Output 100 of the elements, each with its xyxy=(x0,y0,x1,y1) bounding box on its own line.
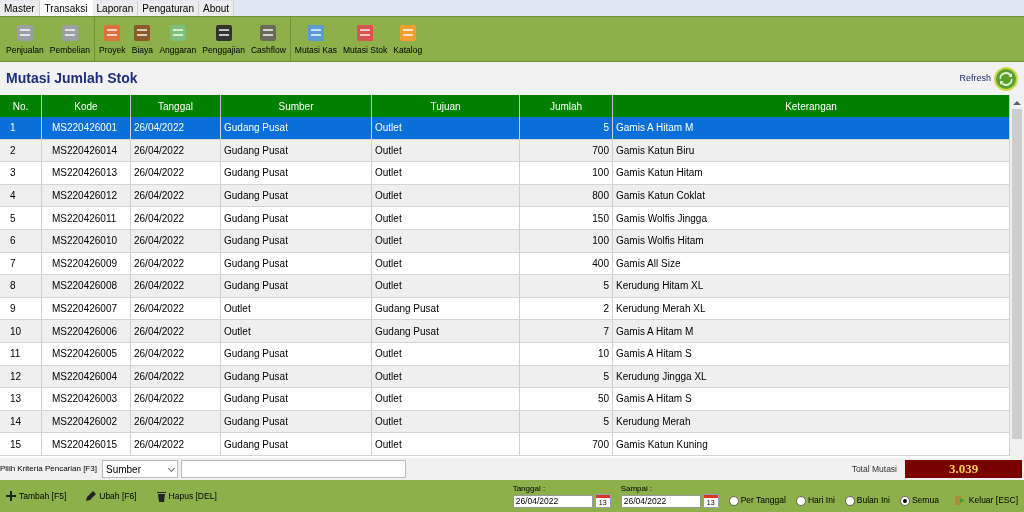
table-cell-text: Outlet xyxy=(375,143,402,158)
table-row[interactable]: 10 MS220426006 26/04/2022 Outlet Gudang Pusat 7 Gamis A Hitam M xyxy=(0,320,1010,343)
table-cell-text: 100 xyxy=(592,166,609,181)
toolbar-button[interactable]: Pembelian xyxy=(47,21,92,57)
table-cell-text: Gudang Pusat xyxy=(224,392,288,407)
table-cell-text: MS220426013 xyxy=(52,166,118,181)
table-cell-text: Outlet xyxy=(224,324,251,339)
table-cell-text: Gudang Pusat xyxy=(375,302,439,317)
period-radio[interactable]: Bulan Ini xyxy=(844,494,890,507)
table-row[interactable]: 15 MS220426015 26/04/2022 Gudang Pusat Outlet 700 Gamis Katun Kuning xyxy=(0,433,1010,456)
table-cell-text: Gamis A Hitam S xyxy=(616,392,692,407)
table-cell-text: Gamis A Hitam M xyxy=(616,121,694,136)
menu-tab[interactable]: Laporan xyxy=(92,1,139,16)
table-row[interactable]: 1 MS220426001 26/04/2022 Gudang Pusat Outlet 5 Gamis A Hitam M xyxy=(0,117,1010,140)
table-cell-text: Outlet xyxy=(375,121,402,136)
table-row[interactable]: 2 MS220426014 26/04/2022 Gudang Pusat Outlet 700 Gamis Katun Biru xyxy=(0,139,1010,163)
table-row[interactable]: 12 MS220426004 26/04/2022 Gudang Pusat Outlet 5 Kerudung Jingga XL xyxy=(0,365,1010,389)
table-cell-text: 5 xyxy=(10,211,16,226)
table-cell-text: Outlet xyxy=(375,166,402,181)
table-cell-text: 26/04/2022 xyxy=(134,189,185,204)
table-cell-text: 26/04/2022 xyxy=(134,392,185,407)
table-cell-text: 26/04/2022 xyxy=(134,279,185,294)
table-row[interactable]: 5 MS220426011 26/04/2022 Gudang Pusat Outlet 150 Gamis Wolfis Jingga xyxy=(0,207,1010,230)
table-row[interactable]: 4 MS220426012 26/04/2022 Gudang Pusat Outlet 800 Gamis Katun Coklat xyxy=(0,184,1010,208)
table-cell-text: Kerudung Merah XL xyxy=(616,302,706,317)
table-cell-text: Gudang Pusat xyxy=(224,143,288,158)
table-cell-text: Gudang Pusat xyxy=(224,437,288,452)
toolbar-button[interactable]: Cashflow xyxy=(248,21,288,57)
table-cell-text: Gudang Pusat xyxy=(375,324,439,339)
menu-tab[interactable]: Transaksi xyxy=(39,0,93,16)
table-cell-text: 10 xyxy=(597,347,609,362)
pencil-icon xyxy=(86,491,97,501)
toolbar-button[interactable]: Penggajian xyxy=(200,21,247,57)
table-cell-text: 100 xyxy=(592,234,609,249)
table-cell-text: MS220426004 xyxy=(52,369,118,384)
table-cell-text: MS220426005 xyxy=(52,347,118,362)
refresh-button[interactable]: Refresh xyxy=(959,66,1018,91)
toolbar-button[interactable]: Mutasi Kas xyxy=(292,21,339,57)
table-row[interactable]: 6 MS220426010 26/04/2022 Gudang Pusat Outlet 100 Gamis Wolfis Hitam xyxy=(0,229,1010,253)
action-button[interactable]: Hapus [DEL] xyxy=(156,489,217,503)
table-cell-text: Gamis Wolfis Hitam xyxy=(616,234,704,249)
toolbar-button[interactable]: Biaya xyxy=(129,21,156,57)
table-cell-text: Outlet xyxy=(375,279,402,294)
date-label: Tanggal : xyxy=(512,484,547,494)
table-cell-text: Outlet xyxy=(224,302,251,317)
menu-tab[interactable]: Pengaturan xyxy=(138,1,199,16)
date-field[interactable]: 26/04/2022 xyxy=(512,494,593,508)
table-cell-text: Kerudung Hitam XL xyxy=(616,279,704,294)
total-label: Total Mutasi xyxy=(851,462,897,476)
exit-icon xyxy=(954,495,966,507)
table-cell-text: Gamis Wolfis Jingga xyxy=(616,211,707,226)
table-cell-text: Gudang Pusat xyxy=(224,189,288,204)
toolbar-button[interactable]: Mutasi Stok xyxy=(340,21,390,57)
search-field[interactable] xyxy=(181,460,406,478)
period-radio[interactable]: Semua xyxy=(899,494,939,507)
table-cell-text: 26/04/2022 xyxy=(134,121,185,136)
table-cell-text: 15 xyxy=(10,437,22,452)
table-cell-text: 26/04/2022 xyxy=(134,324,185,339)
table-cell-text: 26/04/2022 xyxy=(134,256,185,271)
toolbar-button[interactable]: Anggaran xyxy=(157,21,199,57)
action-button[interactable]: Tambah [F5] xyxy=(6,489,67,503)
table-row[interactable]: 11 MS220426005 26/04/2022 Gudang Pusat Outlet 10 Gamis A Hitam S xyxy=(0,342,1010,366)
period-radio[interactable]: Per Tanggal xyxy=(728,494,786,507)
table-cell-text: Gamis Katun Coklat xyxy=(616,189,705,204)
table-cell-text: 3 xyxy=(10,166,16,181)
page-title: Mutasi Jumlah Stok xyxy=(6,69,138,88)
menu-tab[interactable]: Master xyxy=(0,1,40,16)
table-cell-text: 12 xyxy=(10,369,22,384)
table-row[interactable]: 14 MS220426002 26/04/2022 Gudang Pusat Outlet 5 Kerudung Merah xyxy=(0,410,1010,434)
plus-icon xyxy=(6,491,16,501)
toolbar-button[interactable]: Proyek xyxy=(97,21,128,57)
scroll-thumb[interactable] xyxy=(1012,109,1022,439)
table-cell-text: 150 xyxy=(592,211,609,226)
table-cell-text: 26/04/2022 xyxy=(134,166,185,181)
table-cell-text: Outlet xyxy=(375,369,402,384)
table-cell-text: 26/04/2022 xyxy=(134,143,185,158)
table-row[interactable]: 3 MS220426013 26/04/2022 Gudang Pusat Outlet 100 Gamis Katun Hitam xyxy=(0,162,1010,185)
table-cell-text: Gudang Pusat xyxy=(224,279,288,294)
table-row[interactable]: 7 MS220426009 26/04/2022 Gudang Pusat Outlet 400 Gamis All Size xyxy=(0,252,1010,276)
table-cell-text: Gudang Pusat xyxy=(224,121,288,136)
table-cell-text: Outlet xyxy=(375,234,402,249)
table-row[interactable]: 8 MS220426008 26/04/2022 Gudang Pusat Outlet 5 Kerudung Hitam XL xyxy=(0,275,1010,298)
trash-icon xyxy=(156,490,166,502)
table-cell-text: Outlet xyxy=(375,347,402,362)
table-cell-text: Outlet xyxy=(375,437,402,452)
table-cell-text: MS220426007 xyxy=(52,302,118,317)
table-cell-text: MS220426011 xyxy=(52,211,117,226)
toolbar-button[interactable]: Katalog xyxy=(391,21,425,57)
table-cell-text: 11 xyxy=(10,347,21,362)
toolbar-button[interactable]: Penjualan xyxy=(4,21,46,57)
action-button[interactable]: Ubah [F6] xyxy=(86,489,137,503)
period-radio[interactable]: Hari Ini xyxy=(795,494,835,507)
table-cell-text: MS220426010 xyxy=(52,234,118,249)
table-row[interactable]: 9 MS220426007 26/04/2022 Outlet Gudang Pusat 2 Kerudung Merah XL xyxy=(0,297,1010,321)
table-cell-text: Gudang Pusat xyxy=(224,347,288,362)
menu-tab[interactable]: About xyxy=(198,1,235,16)
table-row[interactable]: 13 MS220426003 26/04/2022 Gudang Pusat Outlet 50 Gamis A Hitam S xyxy=(0,388,1010,411)
criteria-dropdown[interactable]: Sumber xyxy=(102,460,178,478)
exit-button[interactable]: Keluar [ESC] xyxy=(954,494,1018,507)
date-field[interactable]: 26/04/2022 xyxy=(620,494,701,508)
